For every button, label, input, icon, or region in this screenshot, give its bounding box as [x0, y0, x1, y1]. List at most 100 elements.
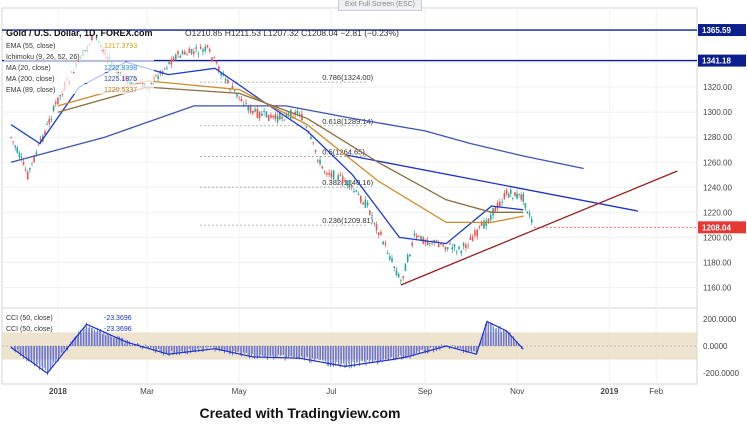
candle-body: [526, 211, 529, 214]
candle-body: [270, 114, 272, 118]
candle-body: [272, 115, 275, 118]
candle-body: [50, 118, 53, 120]
candle-body: [276, 116, 279, 122]
legend-label-1: Ichimoku (9, 26, 52, 26): [6, 54, 80, 61]
candle-body: [48, 119, 51, 124]
candle-body: [296, 110, 299, 114]
candle-body: [353, 191, 355, 192]
time-tick-label-2: May: [232, 387, 247, 396]
price-tick-label-9: 1160.00: [703, 283, 732, 292]
time-tick-label-4: Sep: [418, 387, 433, 396]
legend-label-2: MA (20, close): [6, 65, 51, 72]
time-tick-label-3: Jul: [326, 387, 336, 396]
candle-body: [355, 190, 358, 192]
candle-body: [84, 50, 86, 51]
candle-body: [195, 47, 197, 49]
candle-body: [524, 202, 527, 208]
candle-body: [305, 126, 308, 128]
candle-body: [319, 159, 321, 165]
candle-body: [469, 237, 472, 240]
candle-body: [211, 57, 213, 62]
candle-body: [480, 222, 483, 226]
legend-value-4: 1220.5337: [104, 87, 137, 94]
candle-body: [33, 156, 35, 163]
candle-body: [499, 201, 501, 207]
candle-body: [287, 112, 290, 115]
candle-body: [199, 46, 202, 50]
candle-body: [166, 67, 168, 69]
candle-body: [10, 137, 12, 138]
candle-body: [386, 253, 389, 255]
candle-body: [462, 243, 465, 247]
cci-tick-label-2: -200.0000: [703, 369, 740, 378]
price-tick-label-8: 1180.00: [703, 258, 732, 267]
candle-body: [197, 53, 200, 55]
exit-fullscreen-button[interactable]: Exit Full Screen (ESC): [338, 0, 422, 11]
candle-body: [435, 240, 438, 242]
candle-body: [388, 256, 391, 260]
candle-body: [174, 54, 177, 60]
price-tick-label-4: 1260.00: [703, 158, 732, 167]
candle-body: [330, 172, 333, 177]
candle-body: [314, 150, 317, 152]
candle-body: [256, 108, 259, 118]
cci-legend-value-1: -23.3696: [104, 326, 132, 333]
candle-body: [37, 144, 40, 146]
candle-body: [29, 167, 31, 170]
candle-body: [455, 251, 458, 253]
fib-label-4: 0.236(1209.81): [322, 216, 373, 225]
candle-body: [501, 201, 503, 203]
candle-body: [420, 235, 422, 241]
candle-body: [341, 176, 344, 183]
candle-body: [377, 232, 380, 235]
candle-body: [254, 109, 256, 112]
candle-body: [362, 202, 364, 205]
candle-body: [328, 172, 330, 175]
candle-body: [467, 245, 469, 247]
symbol-title: Gold / U.S. Dollar, 1D, FOREX.com: [6, 28, 153, 38]
candle-body: [157, 76, 159, 79]
candle-body: [155, 75, 157, 77]
candle-body: [400, 280, 402, 282]
candle-body: [24, 169, 27, 171]
candle-body: [458, 246, 460, 249]
tradingview-caption: Created with Tradingview.com: [199, 405, 401, 421]
candle-body: [409, 254, 411, 257]
candle-body: [451, 247, 454, 250]
candle-body: [465, 244, 467, 248]
candle-body: [170, 59, 173, 65]
candle-body: [520, 194, 522, 200]
candle-body: [204, 46, 207, 51]
candle-body: [496, 203, 499, 209]
candle-body: [213, 57, 216, 58]
candle-body: [471, 237, 474, 242]
candle-body: [22, 161, 25, 165]
candle-body: [373, 222, 376, 224]
candle-body: [509, 190, 512, 194]
price-tick-label-6: 1220.00: [703, 208, 732, 217]
candle-body: [240, 98, 243, 102]
candle-body: [267, 114, 270, 122]
candle-body: [208, 49, 211, 52]
candle-body: [364, 199, 367, 208]
candle-body: [31, 162, 33, 164]
candle-body: [485, 220, 488, 227]
candle-body: [411, 242, 414, 246]
candle-body: [312, 142, 315, 143]
candle-body: [431, 243, 433, 245]
candle-body: [406, 255, 409, 262]
candle-body: [418, 236, 420, 237]
price-chart[interactable]: 0.786(1324.00)0.618(1289.14)0.5(1264.65)…: [0, 0, 747, 400]
candle-body: [384, 242, 387, 245]
candle-body: [163, 68, 166, 70]
candle-body: [446, 247, 449, 250]
candle-body: [442, 244, 444, 247]
price-badge-text-0: 1365.59: [702, 26, 731, 35]
candle-body: [366, 202, 369, 206]
candle-body: [371, 215, 373, 217]
candle-body: [449, 243, 451, 245]
candle-body: [179, 55, 182, 58]
candle-body: [460, 250, 463, 254]
chart-stage: Exit Full Screen (ESC) 0.786(1324.00) 0.6…: [0, 0, 747, 433]
legend-value-2: 1222.8398: [104, 65, 137, 72]
